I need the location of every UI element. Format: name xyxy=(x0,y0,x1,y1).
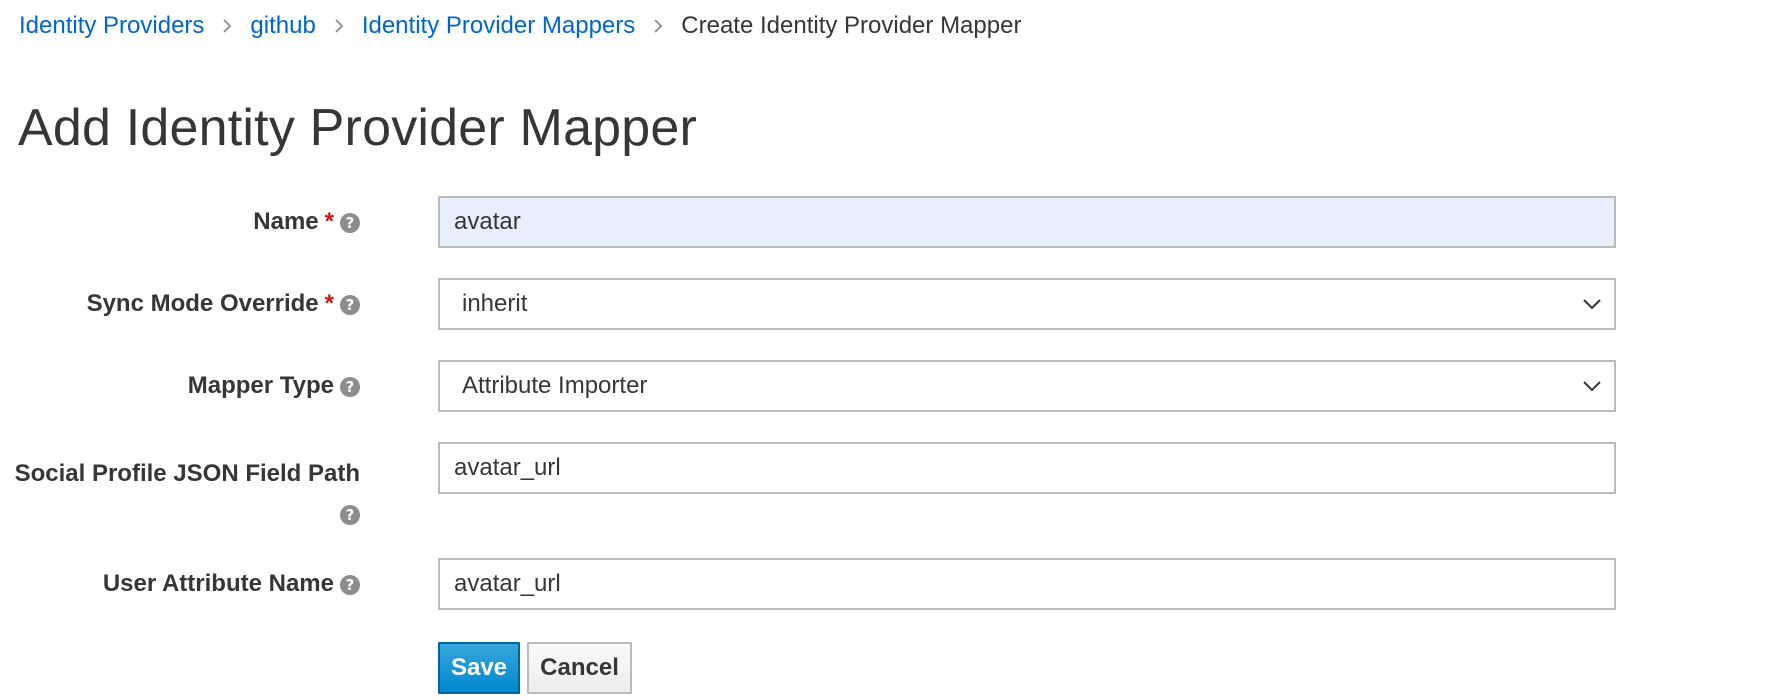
name-label: Name *? xyxy=(253,208,360,236)
required-mark: * xyxy=(324,208,334,235)
breadcrumb-github[interactable]: github xyxy=(250,12,315,40)
user-attribute-input[interactable] xyxy=(438,558,1616,610)
sync-mode-select[interactable]: inherit xyxy=(438,278,1616,330)
sync-mode-selected-value: inherit xyxy=(462,290,528,317)
breadcrumb-identity-provider-mappers[interactable]: Identity Provider Mappers xyxy=(362,12,635,40)
page: Identity Providers github Identity Provi… xyxy=(0,0,1792,700)
help-icon[interactable]: ? xyxy=(340,505,360,525)
json-field-path-input[interactable] xyxy=(438,442,1616,494)
help-icon[interactable]: ? xyxy=(340,575,360,595)
name-input[interactable] xyxy=(438,196,1616,248)
chevron-right-icon xyxy=(316,18,362,34)
breadcrumb-current: Create Identity Provider Mapper xyxy=(681,12,1022,39)
mapper-type-select[interactable]: Attribute Importer xyxy=(438,360,1616,412)
help-icon[interactable]: ? xyxy=(340,295,360,315)
chevron-right-icon xyxy=(635,18,681,34)
mapper-type-selected-value: Attribute Importer xyxy=(462,372,648,399)
chevron-right-icon xyxy=(204,18,250,34)
breadcrumb: Identity Providers github Identity Provi… xyxy=(19,10,1021,42)
save-button[interactable]: Save xyxy=(438,642,520,694)
page-title: Add Identity Provider Mapper xyxy=(18,99,698,157)
cancel-button[interactable]: Cancel xyxy=(527,642,632,694)
mapper-type-label: Mapper Type? xyxy=(188,372,360,400)
help-icon[interactable]: ? xyxy=(340,377,360,397)
required-mark: * xyxy=(324,290,334,317)
chevron-down-icon xyxy=(1583,299,1601,310)
sync-mode-label: Sync Mode Override *? xyxy=(87,290,360,318)
chevron-down-icon xyxy=(1583,381,1601,392)
help-icon[interactable]: ? xyxy=(340,213,360,233)
user-attribute-label: User Attribute Name? xyxy=(103,570,360,598)
json-field-path-label: Social Profile JSON Field Path? xyxy=(14,460,360,525)
breadcrumb-identity-providers[interactable]: Identity Providers xyxy=(19,12,204,40)
